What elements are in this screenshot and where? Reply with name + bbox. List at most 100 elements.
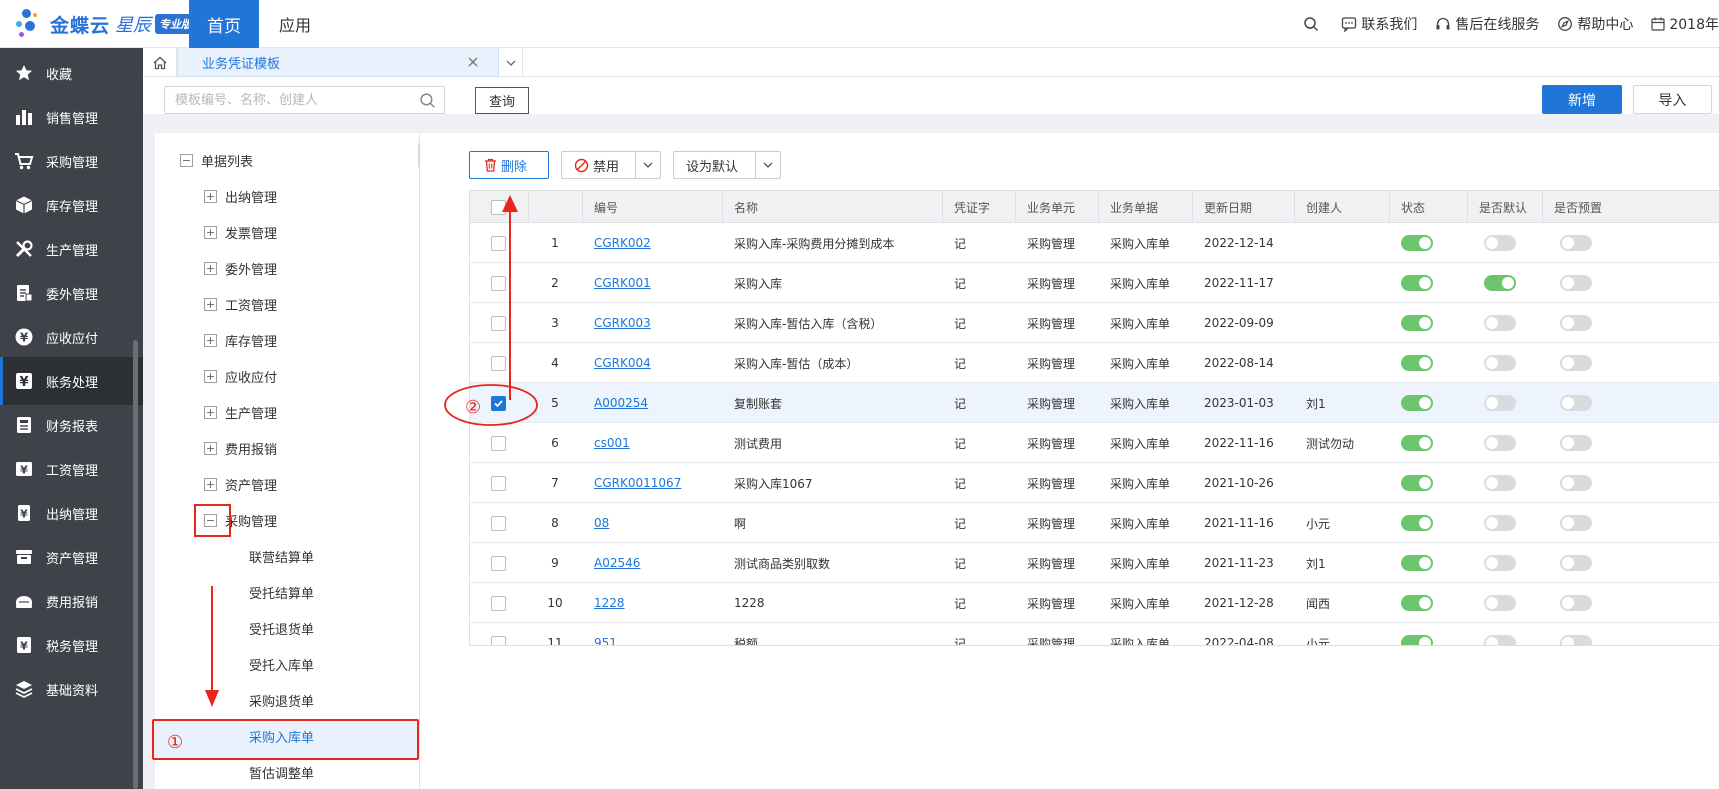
preset-toggle[interactable] [1560, 475, 1592, 491]
preset-toggle[interactable] [1560, 435, 1592, 451]
status-toggle[interactable] [1401, 515, 1433, 531]
table-row[interactable]: 4 CGRK004 采购入库-暂估（成本） 记 采购管理 采购入库单 2022-08-14 [470, 343, 1719, 383]
col-header-status[interactable]: 状态 [1389, 191, 1425, 223]
table-row[interactable]: 2 CGRK001 采购入库 记 采购管理 采购入库单 2022-11-17 [470, 263, 1719, 303]
col-header-creator[interactable]: 创建人 [1294, 191, 1342, 223]
row-checkbox[interactable] [491, 515, 506, 531]
sidebar-item-9[interactable]: 财务报表 [0, 401, 143, 449]
row-checkbox[interactable] [491, 395, 506, 411]
col-header-date[interactable]: 更新日期 [1192, 191, 1252, 223]
preset-toggle[interactable] [1560, 275, 1592, 291]
expand-icon[interactable]: + [204, 477, 217, 491]
sidebar-item-13[interactable]: 费用报销 [0, 577, 143, 625]
close-icon[interactable] [466, 55, 480, 69]
disable-dropdown-toggle[interactable] [635, 152, 660, 178]
expand-icon[interactable]: + [204, 225, 217, 239]
tree-node-child-4[interactable]: 受托入库单 [249, 653, 314, 675]
tree-node-group-7[interactable]: + 生产管理 [204, 401, 277, 423]
tree-node-group-8[interactable]: + 费用报销 [204, 437, 277, 459]
expand-icon[interactable]: + [204, 369, 217, 383]
expand-icon[interactable]: + [204, 189, 217, 203]
row-checkbox[interactable] [491, 635, 506, 645]
preset-toggle[interactable] [1560, 315, 1592, 331]
row-checkbox[interactable] [491, 555, 506, 571]
nav-app[interactable]: 应用 [271, 0, 319, 48]
template-code-link[interactable]: CGRK003 [594, 316, 651, 330]
logo[interactable]: 金蝶云 星辰 专业版 [16, 6, 197, 42]
default-toggle[interactable] [1484, 515, 1516, 531]
template-code-link[interactable]: cs001 [594, 436, 630, 450]
sidebar-item-4[interactable]: 库存管理 [0, 181, 143, 229]
template-code-link[interactable]: CGRK001 [594, 276, 651, 290]
default-toggle[interactable] [1484, 235, 1516, 251]
import-button[interactable]: 导入 [1633, 85, 1712, 114]
template-code-link[interactable]: 1228 [594, 596, 625, 610]
col-header-default[interactable]: 是否默认 [1467, 191, 1527, 223]
default-toggle[interactable] [1484, 635, 1516, 645]
template-code-link[interactable]: A000254 [594, 396, 648, 410]
default-toggle[interactable] [1484, 435, 1516, 451]
tree-node-group-10[interactable]: − 采购管理 [204, 509, 277, 531]
tree-node-root[interactable]: − 单据列表 [180, 149, 253, 171]
preset-toggle[interactable] [1560, 635, 1592, 645]
expand-icon[interactable]: + [204, 297, 217, 311]
tree-node-group-4[interactable]: + 工资管理 [204, 293, 277, 315]
sidebar-item-6[interactable]: 委外管理 [0, 269, 143, 317]
sidebar-item-7[interactable]: ¥ 应收应付 [0, 313, 143, 361]
template-code-link[interactable]: CGRK002 [594, 236, 651, 250]
preset-toggle[interactable] [1560, 555, 1592, 571]
preset-toggle[interactable] [1560, 515, 1592, 531]
set-default-dropdown-toggle[interactable] [755, 152, 780, 178]
select-all-checkbox[interactable] [491, 199, 506, 215]
sidebar-item-3[interactable]: 采购管理 [0, 137, 143, 185]
status-toggle[interactable] [1401, 475, 1433, 491]
col-header-bill[interactable]: 业务单据 [1098, 191, 1158, 223]
col-header-code[interactable]: 编号 [582, 191, 618, 223]
col-header-name[interactable]: 名称 [722, 191, 758, 223]
table-row[interactable]: 6 cs001 测试费用 记 采购管理 采购入库单 2022-11-16 测试勿动 [470, 423, 1719, 463]
sidebar-item-10[interactable]: ¥ 工资管理 [0, 445, 143, 493]
default-toggle[interactable] [1484, 315, 1516, 331]
status-toggle[interactable] [1401, 555, 1433, 571]
collapse-icon[interactable]: − [204, 513, 217, 527]
expand-icon[interactable]: + [204, 333, 217, 347]
tree-node-child-2[interactable]: 受托结算单 [249, 581, 314, 603]
status-toggle[interactable] [1401, 595, 1433, 611]
nav-home[interactable]: 首页 [189, 0, 259, 48]
status-toggle[interactable] [1401, 395, 1433, 411]
sidebar-scrollbar[interactable] [133, 340, 138, 789]
status-toggle[interactable] [1401, 315, 1433, 331]
col-header-unit[interactable]: 业务单元 [1015, 191, 1075, 223]
template-code-link[interactable]: A02546 [594, 556, 640, 570]
row-checkbox[interactable] [491, 595, 506, 611]
sidebar-item-8[interactable]: ¥ 账务处理 [0, 357, 143, 405]
add-button[interactable]: 新增 [1542, 85, 1622, 114]
collapse-icon[interactable]: − [180, 153, 193, 167]
template-code-link[interactable]: CGRK004 [594, 356, 651, 370]
table-row[interactable]: 9 A02546 测试商品类别取数 记 采购管理 采购入库单 2021-11-23 刘1 [470, 543, 1719, 583]
date-picker[interactable]: 2018年 [1651, 14, 1719, 34]
global-search-button[interactable] [1303, 16, 1323, 32]
status-toggle[interactable] [1401, 275, 1433, 291]
sidebar-item-14[interactable]: ¥ 税务管理 [0, 621, 143, 669]
tree-node-child-5[interactable]: 采购退货单 [249, 689, 314, 711]
preset-toggle[interactable] [1560, 395, 1592, 411]
table-row[interactable]: 3 CGRK003 采购入库-暂估入库（含税） 记 采购管理 采购入库单 2022-09-0… [470, 303, 1719, 343]
default-toggle[interactable] [1484, 555, 1516, 571]
table-row[interactable]: 7 CGRK0011067 采购入库1067 记 采购管理 采购入库单 2021-10-26 [470, 463, 1719, 503]
tree-node-group-2[interactable]: + 发票管理 [204, 221, 277, 243]
tree-node-child-3[interactable]: 受托退货单 [249, 617, 314, 639]
tree-node-group-6[interactable]: + 应收应付 [204, 365, 277, 387]
tree-node-group-1[interactable]: + 出纳管理 [204, 185, 277, 207]
table-row[interactable]: 11 951 税额 记 采购管理 采购入库单 2022-04-08 小元 [470, 623, 1719, 645]
tree-node-child-6[interactable]: 采购入库单 [249, 725, 314, 747]
tree-node-child-1[interactable]: 联营结算单 [249, 545, 314, 567]
tree-node-child-7[interactable]: 暂估调整单 [249, 761, 314, 783]
sidebar-item-12[interactable]: 资产管理 [0, 533, 143, 581]
default-toggle[interactable] [1484, 595, 1516, 611]
status-toggle[interactable] [1401, 235, 1433, 251]
default-toggle[interactable] [1484, 475, 1516, 491]
sidebar-item-1[interactable]: 收藏 [0, 49, 143, 97]
help-center-link[interactable]: 帮助中心 [1557, 14, 1633, 34]
row-checkbox[interactable] [491, 315, 506, 331]
